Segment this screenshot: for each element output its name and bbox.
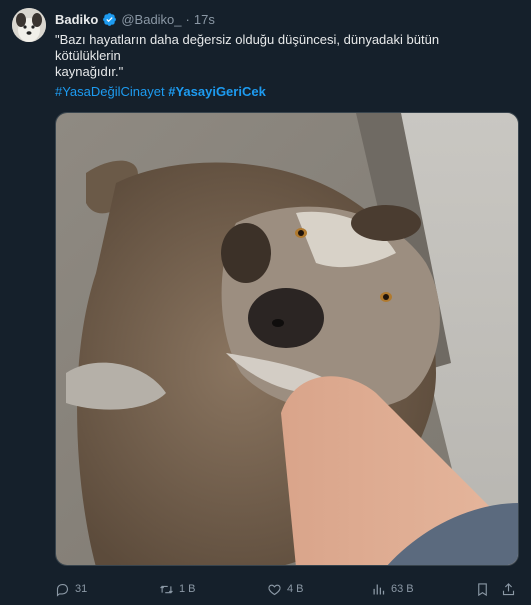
- tweet[interactable]: Badiko @Badiko_ · 17s "Bazı hayatların d…: [0, 0, 531, 605]
- share-button[interactable]: [501, 580, 516, 598]
- reply-count: 31: [75, 583, 88, 595]
- hashtags: #YasaDeğilCinayet #YasayiGeriCek: [55, 84, 266, 100]
- reply-icon: [56, 583, 69, 597]
- views-button[interactable]: 63 B: [371, 580, 414, 598]
- tweet-text-line: kaynağıdır.": [55, 64, 124, 79]
- bookmark-icon: [478, 582, 487, 596]
- verified-badge-icon[interactable]: [102, 12, 117, 27]
- like-button[interactable]: 4 B: [267, 580, 304, 598]
- author-name[interactable]: Badiko: [55, 12, 98, 27]
- view-count: 63 B: [391, 583, 414, 595]
- reply-button[interactable]: 31: [55, 580, 87, 598]
- tweet-photo[interactable]: [55, 112, 519, 566]
- avatar[interactable]: [12, 8, 46, 42]
- views-icon: [373, 584, 385, 594]
- tweet-text-line: kötülüklerin: [55, 48, 121, 63]
- like-count: 4 B: [287, 583, 304, 595]
- like-icon: [268, 584, 281, 595]
- retweet-icon: [160, 585, 173, 593]
- bookmark-button[interactable]: [475, 580, 490, 598]
- separator-dot: ·: [185, 11, 190, 27]
- hashtag-link[interactable]: #YasayiGeriCek: [168, 84, 266, 99]
- retweet-count: 1 B: [179, 583, 196, 595]
- author-handle[interactable]: @Badiko_: [121, 12, 181, 27]
- tweet-text-line: "Bazı hayatların daha değersiz olduğu dü…: [55, 32, 440, 47]
- avatar-dog-image: [12, 8, 46, 42]
- hashtag-link[interactable]: #YasaDeğilCinayet: [55, 84, 165, 99]
- dog-photo-image: [56, 113, 518, 565]
- tweet-header: Badiko @Badiko_ · 17s: [55, 10, 215, 28]
- share-icon: [502, 582, 515, 595]
- retweet-button[interactable]: 1 B: [159, 580, 196, 598]
- timestamp[interactable]: 17s: [194, 12, 215, 27]
- tweet-actions: 31 1 B 4 B 63 B: [55, 580, 519, 598]
- tweet-text: "Bazı hayatların daha değersiz olduğu dü…: [55, 32, 515, 80]
